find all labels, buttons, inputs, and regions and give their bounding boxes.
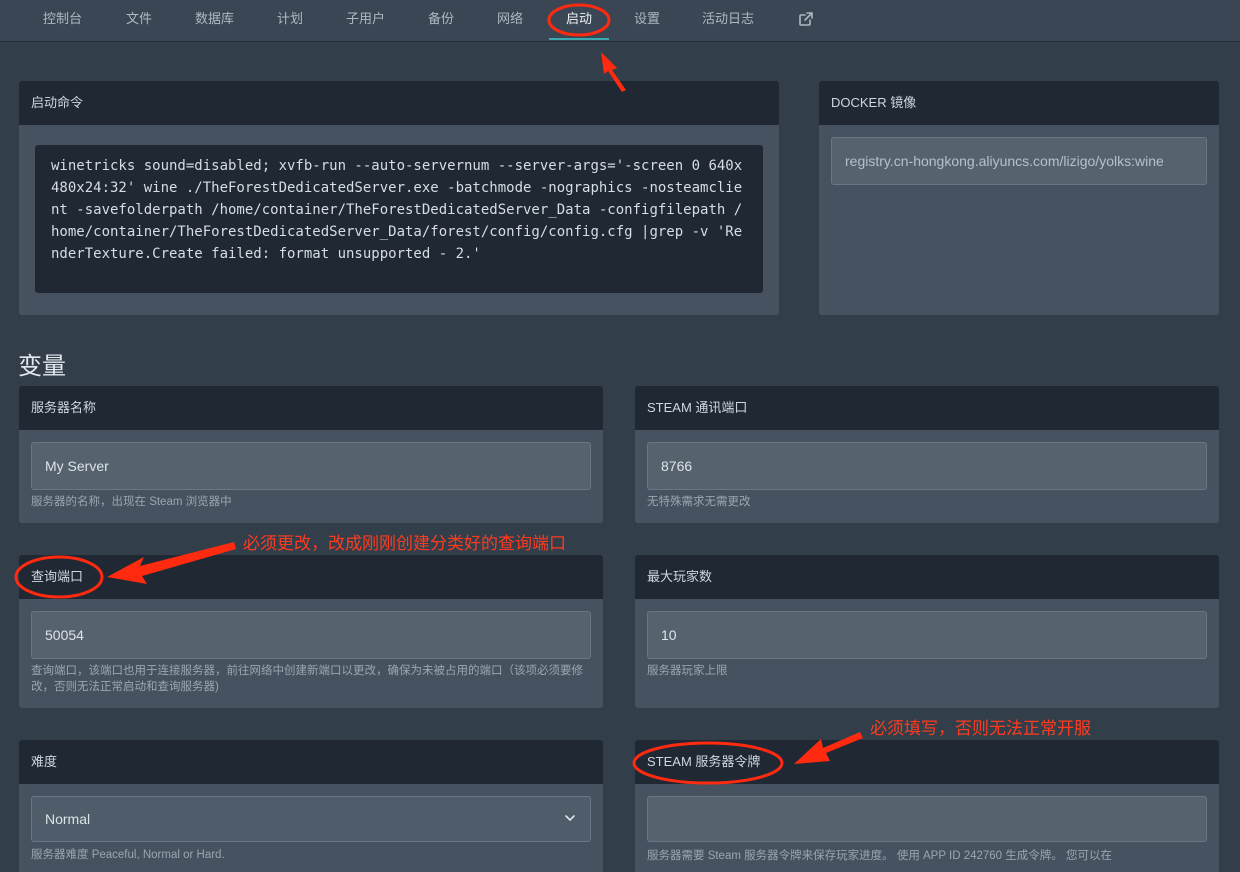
startup-command-title: 启动命令 bbox=[19, 81, 779, 125]
query-port-help: 查询端口，该端口也用于连接服务器，前往网络中创建新端口以更改，确保为未被占用的端… bbox=[31, 665, 583, 693]
server-name-card: 服务器名称 My Server 服务器的名称，出现在 Steam 浏览器中 bbox=[19, 386, 603, 523]
difficulty-select-value: Normal bbox=[45, 811, 91, 827]
tab-backups[interactable]: 备份 bbox=[428, 0, 454, 42]
tab-startup[interactable]: 启动 bbox=[549, 0, 609, 42]
difficulty-label: 难度 bbox=[19, 740, 603, 784]
steam-port-label: STEAM 通讯端口 bbox=[635, 386, 1219, 430]
server-name-help: 服务器的名称，出现在 Steam 浏览器中 bbox=[31, 496, 232, 508]
steam-port-input[interactable]: 8766 bbox=[647, 442, 1207, 490]
startup-command-code: winetricks sound=disabled; xvfb-run --au… bbox=[35, 145, 763, 293]
steam-port-help: 无特殊需求无需更改 bbox=[647, 496, 751, 508]
max-players-help: 服务器玩家上限 bbox=[647, 665, 728, 677]
steam-token-label: STEAM 服务器令牌 bbox=[635, 740, 1219, 784]
query-port-annotation: 必须更改，改成刚刚创建分类好的查询端口 bbox=[243, 534, 566, 553]
steam-token-input[interactable] bbox=[647, 796, 1207, 842]
steam-port-card: STEAM 通讯端口 8766 无特殊需求无需更改 bbox=[635, 386, 1219, 523]
max-players-input[interactable]: 10 bbox=[647, 611, 1207, 659]
external-link-icon[interactable] bbox=[798, 11, 814, 27]
query-port-label: 查询端口 bbox=[19, 555, 603, 599]
difficulty-select[interactable]: Normal bbox=[31, 796, 591, 842]
tab-settings[interactable]: 设置 bbox=[634, 0, 660, 42]
variables-heading: 变量 bbox=[18, 353, 66, 380]
tab-subusers[interactable]: 子用户 bbox=[346, 0, 385, 42]
server-name-input[interactable]: My Server bbox=[31, 442, 591, 490]
docker-image-field[interactable]: registry.cn-hongkong.aliyuncs.com/lizigo… bbox=[831, 137, 1207, 185]
query-port-input[interactable]: 50054 bbox=[31, 611, 591, 659]
server-name-label: 服务器名称 bbox=[19, 386, 603, 430]
chevron-down-icon bbox=[564, 797, 576, 841]
steam-token-annotation: 必须填写，否则无法正常开服 bbox=[870, 719, 1091, 738]
docker-image-box: DOCKER 镜像 registry.cn-hongkong.aliyuncs.… bbox=[819, 81, 1219, 315]
tab-schedules[interactable]: 计划 bbox=[277, 0, 303, 42]
max-players-card: 最大玩家数 10 服务器玩家上限 bbox=[635, 555, 1219, 708]
steam-token-card: STEAM 服务器令牌 服务器需要 Steam 服务器令牌来保存玩家进度。 使用… bbox=[635, 740, 1219, 872]
tab-databases[interactable]: 数据库 bbox=[195, 0, 234, 42]
tab-console[interactable]: 控制台 bbox=[43, 0, 82, 42]
startup-command-box: 启动命令 winetricks sound=disabled; xvfb-run… bbox=[19, 81, 779, 315]
tab-files[interactable]: 文件 bbox=[126, 0, 152, 42]
max-players-label: 最大玩家数 bbox=[635, 555, 1219, 599]
docker-image-title: DOCKER 镜像 bbox=[819, 81, 1219, 125]
steam-token-help: 服务器需要 Steam 服务器令牌来保存玩家进度。 使用 APP ID 2427… bbox=[647, 850, 1112, 862]
difficulty-card: 难度 Normal 服务器难度 Peaceful, Normal or Hard… bbox=[19, 740, 603, 872]
query-port-card: 查询端口 50054 查询端口，该端口也用于连接服务器，前往网络中创建新端口以更… bbox=[19, 555, 603, 708]
top-nav: 控制台 文件 数据库 计划 子用户 备份 网络 启动 设置 活动日志 bbox=[0, 0, 1240, 42]
tab-network[interactable]: 网络 bbox=[497, 0, 523, 42]
difficulty-help: 服务器难度 Peaceful, Normal or Hard. bbox=[31, 849, 225, 861]
tab-activity-log[interactable]: 活动日志 bbox=[702, 0, 754, 42]
